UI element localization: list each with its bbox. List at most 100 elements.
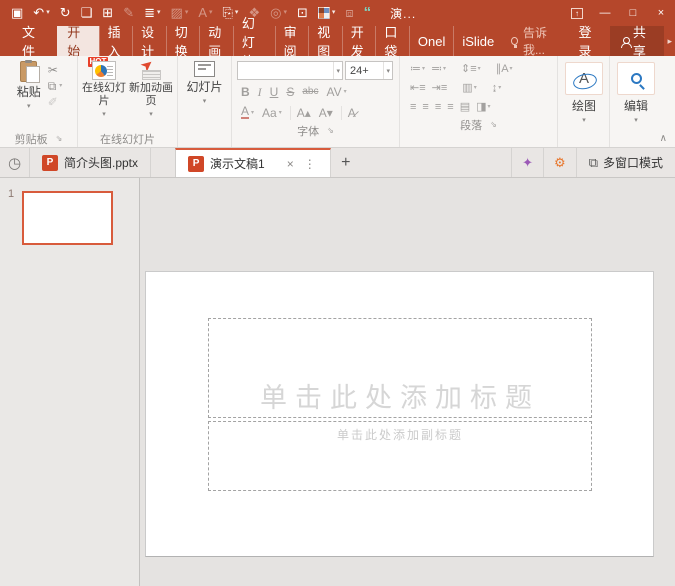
columns-button[interactable]: ▥▾ (459, 82, 479, 94)
smartart-button[interactable]: ◨▾ (473, 101, 493, 113)
subtitle-placeholder[interactable]: 单击此处添加副标题 (208, 421, 592, 491)
new-tab-button[interactable]: + (331, 148, 361, 177)
align-text-button[interactable]: ↨▾ (489, 82, 505, 94)
paste-button[interactable]: 粘贴 ▾ (12, 58, 46, 114)
font-family-select[interactable]: ▾ (237, 61, 343, 80)
new-file-icon[interactable]: ❏ (76, 3, 98, 23)
editing-dropdown-icon[interactable]: ▾ (634, 116, 638, 124)
align-objects-icon[interactable]: ⧈ (340, 3, 358, 23)
shrink-font-button[interactable]: A▾ (315, 106, 337, 120)
paste-dropdown-icon[interactable]: ▾ (27, 100, 31, 114)
align-center-button[interactable]: ≡ (419, 101, 431, 113)
font-family-dropdown-icon[interactable]: ▾ (333, 62, 342, 79)
tab-home-active[interactable]: 开始 (57, 26, 98, 56)
doc-tab-inactive[interactable]: P 简介头图.pptx (30, 148, 151, 177)
bullets-button[interactable]: ≔▾ (407, 63, 428, 75)
person-plus-icon (621, 37, 628, 46)
editing-button[interactable]: 编辑 ▾ (611, 58, 661, 124)
tab-pocket[interactable]: 口袋 (375, 26, 409, 56)
double-strike-button[interactable]: abc (298, 85, 322, 99)
distributed-button[interactable]: ▤ (457, 101, 473, 113)
font-color-button[interactable]: A▾ (237, 106, 258, 120)
text-direction-button[interactable]: ∥A▾ (493, 63, 516, 75)
tab-developer[interactable]: 开发 (342, 26, 376, 56)
online-slides-button[interactable]: HOT 在线幻灯片 ▾ (81, 58, 128, 121)
new-animation-page-button[interactable]: ➤ 新加动画页 ▾ (128, 58, 175, 121)
underline-button[interactable]: U (266, 85, 283, 99)
line-spacing-button[interactable]: ⇕≡▾ (458, 63, 484, 75)
font-size-value: 24+ (350, 65, 369, 77)
tab-onekey[interactable]: Onel (409, 26, 453, 56)
fit-window-icon[interactable]: ⊡ (292, 3, 313, 23)
cut-icon[interactable]: ✂ (48, 64, 63, 76)
online-slides-dropdown-icon[interactable]: ▾ (102, 108, 106, 121)
tab-design[interactable]: 设计 (132, 26, 166, 56)
decrease-indent-button[interactable]: ⇤≡ (407, 82, 429, 94)
theme-colors-icon[interactable]: ▾ (313, 3, 341, 23)
editing-group: 编辑 ▾ (610, 56, 662, 147)
tab-insert[interactable]: 插入 (99, 26, 133, 56)
tell-me-button[interactable]: 告诉我... (502, 26, 568, 56)
paragraph-group: ≔▾≕▾⇕≡▾∥A▾ ⇤≡⇥≡▥▾↨▾ ≡≡≡≡▤◨▾ 段落 ⇘ (400, 56, 558, 147)
paragraph-dialog-launcher-icon[interactable]: ⇘ (490, 120, 497, 129)
paragraph-marks-icon[interactable]: ≣▾ (139, 3, 165, 23)
strikethrough-button[interactable]: S (282, 85, 298, 99)
tab-review[interactable]: 审阅 (275, 26, 309, 56)
fill-color-icon[interactable]: ▨▾ (166, 3, 194, 23)
shapes-icon[interactable]: ❖ (243, 3, 265, 23)
drawing-dropdown-icon[interactable]: ▾ (582, 116, 586, 124)
italic-button[interactable]: I (254, 85, 266, 99)
magic-wand-icon[interactable]: ✦ (511, 148, 543, 177)
tab-view[interactable]: 视图 (308, 26, 342, 56)
recent-documents-icon[interactable]: ◷ (0, 148, 30, 177)
align-right-button[interactable]: ≡ (432, 101, 444, 113)
slide-page[interactable]: 单击此处添加标题 单击此处添加副标题 (145, 271, 654, 557)
tab-close-icon[interactable]: × (285, 157, 296, 171)
quotes-icon[interactable]: “ (359, 3, 377, 23)
title-placeholder[interactable]: 单击此处添加标题 (208, 318, 592, 418)
new-slide-dropdown-icon[interactable]: ▾ (203, 95, 207, 109)
align-left-button[interactable]: ≡ (407, 101, 419, 113)
subtitle-placeholder-text: 单击此处添加副标题 (337, 426, 463, 443)
format-painter-icon[interactable]: ✐ (48, 96, 63, 108)
tab-overflow-icon[interactable]: ▸ (664, 26, 675, 56)
new-slide-button[interactable]: 幻灯片 ▾ (181, 58, 227, 109)
font-size-dropdown-icon[interactable]: ▾ (383, 62, 392, 79)
font-dialog-launcher-icon[interactable]: ⇘ (327, 126, 334, 135)
font-size-select[interactable]: 24+ ▾ (345, 61, 393, 80)
paragraph-row1: ≔▾≕▾ ⇕≡▾ ∥A▾ (407, 60, 550, 78)
slide-thumbnail-selected[interactable] (22, 191, 113, 245)
clipboard-dialog-launcher-icon[interactable]: ⇘ (56, 134, 63, 143)
format-painter-icon[interactable]: ✎ (118, 3, 139, 23)
tab-islide[interactable]: iSlide (453, 26, 502, 56)
tab-more-icon[interactable]: ⋮ (302, 157, 318, 171)
char-spacing-button[interactable]: AV▾ (322, 85, 350, 99)
copy-icon[interactable]: ⧉▾ (48, 80, 63, 92)
tab-animations[interactable]: 动画 (199, 26, 233, 56)
multi-window-mode-button[interactable]: ⧉ 多窗口模式 (576, 148, 675, 177)
login-button[interactable]: 登录 (568, 26, 609, 56)
slide-panel-icon[interactable]: ⊞ (97, 3, 118, 23)
tab-transitions[interactable]: 切换 (166, 26, 200, 56)
doc-tab-active[interactable]: P 演示文稿1 × ⋮ (175, 148, 331, 177)
tab-file[interactable]: 文件 (8, 26, 57, 56)
share-button[interactable]: 共享 (610, 26, 665, 56)
numbering-button[interactable]: ≕▾ (428, 63, 449, 75)
justify-button[interactable]: ≡ (444, 101, 456, 113)
grow-font-button[interactable]: A▴ (290, 106, 315, 120)
undo-icon[interactable]: ↶▾ (28, 3, 54, 23)
new-animation-dropdown-icon[interactable]: ▾ (149, 108, 153, 121)
font-color-icon[interactable]: A▾ (193, 3, 217, 23)
tab-slideshow[interactable]: 幻灯片 (233, 26, 275, 56)
paste-special-icon[interactable]: ⎘▾ (218, 3, 244, 23)
clear-format-button[interactable]: A̷ (341, 106, 360, 120)
change-case-button[interactable]: Aa▾ (258, 106, 286, 120)
bold-button[interactable]: B (237, 85, 254, 99)
redo-icon[interactable]: ↻ (55, 3, 76, 23)
drawing-button[interactable]: A 绘图 ▾ (559, 58, 609, 124)
collapse-ribbon-icon[interactable]: ∧ (660, 133, 667, 144)
save-icon[interactable]: ▣ (6, 3, 28, 23)
rotate-icon[interactable]: ◎▾ (265, 3, 292, 23)
gear-icon[interactable]: ⚙ (543, 148, 576, 177)
increase-indent-button[interactable]: ⇥≡ (429, 82, 451, 94)
